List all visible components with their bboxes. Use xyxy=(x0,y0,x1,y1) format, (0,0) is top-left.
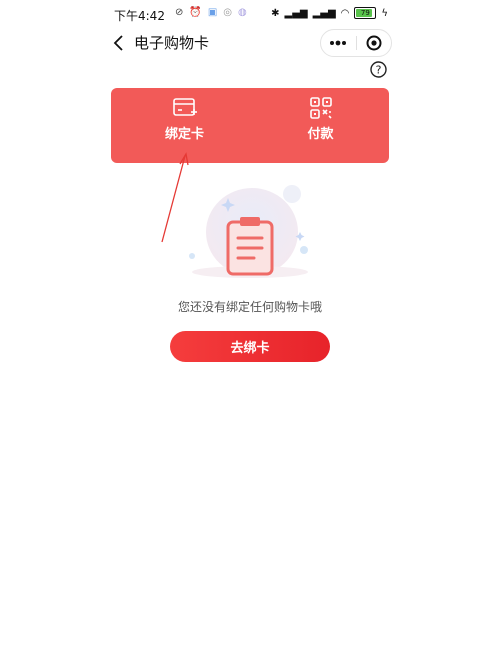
svg-text:?: ? xyxy=(376,64,382,77)
card-add-icon xyxy=(172,98,197,116)
alarm-off-icon: ⊘ xyxy=(175,7,184,18)
status-time: 下午4:42 xyxy=(114,9,165,23)
nav-header: 电子购物卡 xyxy=(0,28,500,62)
status-mini-icons: ⊘ ⏰ ▣ ◎ ◍ xyxy=(175,7,247,18)
pay-label: 付款 xyxy=(307,127,334,142)
clock-icon: ⏰ xyxy=(189,7,202,18)
status-bar: 下午4:42 ⊘ ⏰ ▣ ◎ ◍ ✱ ▂▄▆ ▂▄▆ ◠ 79 ϟ xyxy=(0,0,500,28)
mini-program-capsule xyxy=(320,29,392,57)
battery-icon: 79 xyxy=(354,7,377,19)
charging-icon: ϟ xyxy=(381,7,388,19)
app-icon: ▣ xyxy=(207,7,218,18)
status-right: ✱ ▂▄▆ ▂▄▆ ◠ 79 ϟ xyxy=(271,7,388,19)
empty-message: 您还没有绑定任何购物卡哦 xyxy=(177,300,322,314)
question-circle-icon[interactable]: ? xyxy=(370,61,387,78)
go-bind-card-button[interactable]: 去绑卡 xyxy=(170,331,330,362)
bind-card-button[interactable]: 绑定卡 xyxy=(115,82,254,157)
signal-icon: ▂▄▆ xyxy=(284,7,308,19)
page-title: 电子购物卡 xyxy=(134,34,210,52)
app-icon: ◎ xyxy=(223,7,233,18)
more-dots-icon[interactable] xyxy=(321,30,356,56)
bluetooth-icon: ✱ xyxy=(271,7,280,19)
clipboard-icon xyxy=(226,217,274,276)
wifi-icon: ◠ xyxy=(340,7,350,19)
battery-level: 79 xyxy=(360,9,370,17)
card-panel: 绑定卡 付款 xyxy=(111,88,389,163)
signal-icon: ▂▄▆ xyxy=(312,7,336,19)
app-icon: ◍ xyxy=(238,7,247,18)
pay-button[interactable]: 付款 xyxy=(251,82,390,157)
qrcode-icon xyxy=(309,97,332,119)
target-circle-icon[interactable] xyxy=(357,30,392,56)
chevron-left-icon[interactable] xyxy=(108,31,130,55)
bind-card-label: 绑定卡 xyxy=(164,127,204,142)
empty-illustration xyxy=(189,185,308,278)
